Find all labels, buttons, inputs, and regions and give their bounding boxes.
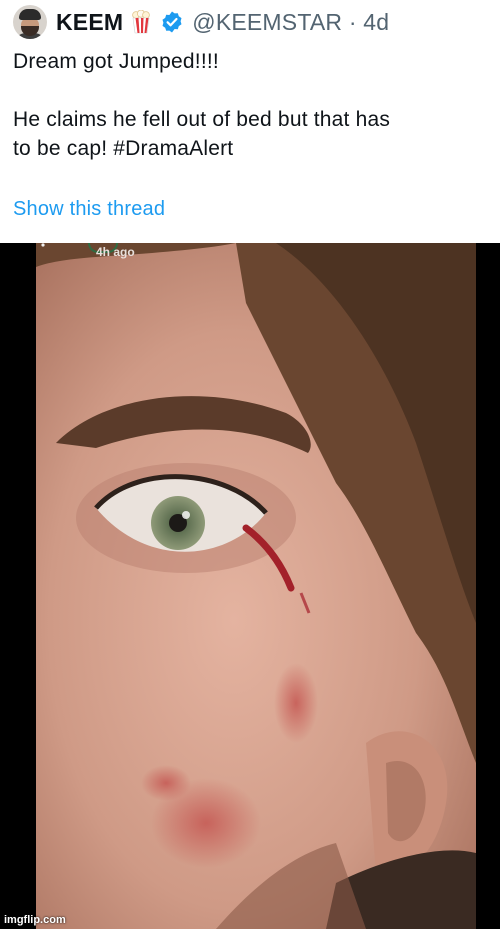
tweet-text-line-2: He claims he fell out of bed but that ha… (13, 108, 391, 131)
tweet-photo[interactable]: 4h ago imgflip.com (0, 243, 500, 929)
separator-dot: · (348, 8, 357, 35)
more-icon[interactable] (36, 243, 50, 249)
tweet-text-line-3: to be cap! #DramaAlert (13, 137, 234, 160)
tweet-card: KEEM @KEEMSTAR · 4d Dream got Jumped!!!!… (0, 0, 500, 243)
tweet-text-line-1: Dream got Jumped!!!! (13, 50, 219, 73)
display-name[interactable]: KEEM (56, 9, 123, 36)
tweet-text: Dream got Jumped!!!! He claims he fell o… (13, 47, 493, 163)
verified-icon (160, 10, 184, 34)
story-time: 4h ago (96, 245, 135, 259)
tweet-age[interactable]: 4d (363, 9, 389, 35)
tweet-header: KEEM @KEEMSTAR · 4d (13, 4, 389, 40)
face-closeup-photo: 4h ago (36, 243, 476, 929)
show-thread-link[interactable]: Show this thread (13, 198, 165, 221)
user-handle[interactable]: @KEEMSTAR · 4d (192, 9, 389, 36)
watermark: imgflip.com (4, 914, 66, 926)
avatar[interactable] (13, 5, 47, 39)
popcorn-icon (130, 9, 152, 34)
